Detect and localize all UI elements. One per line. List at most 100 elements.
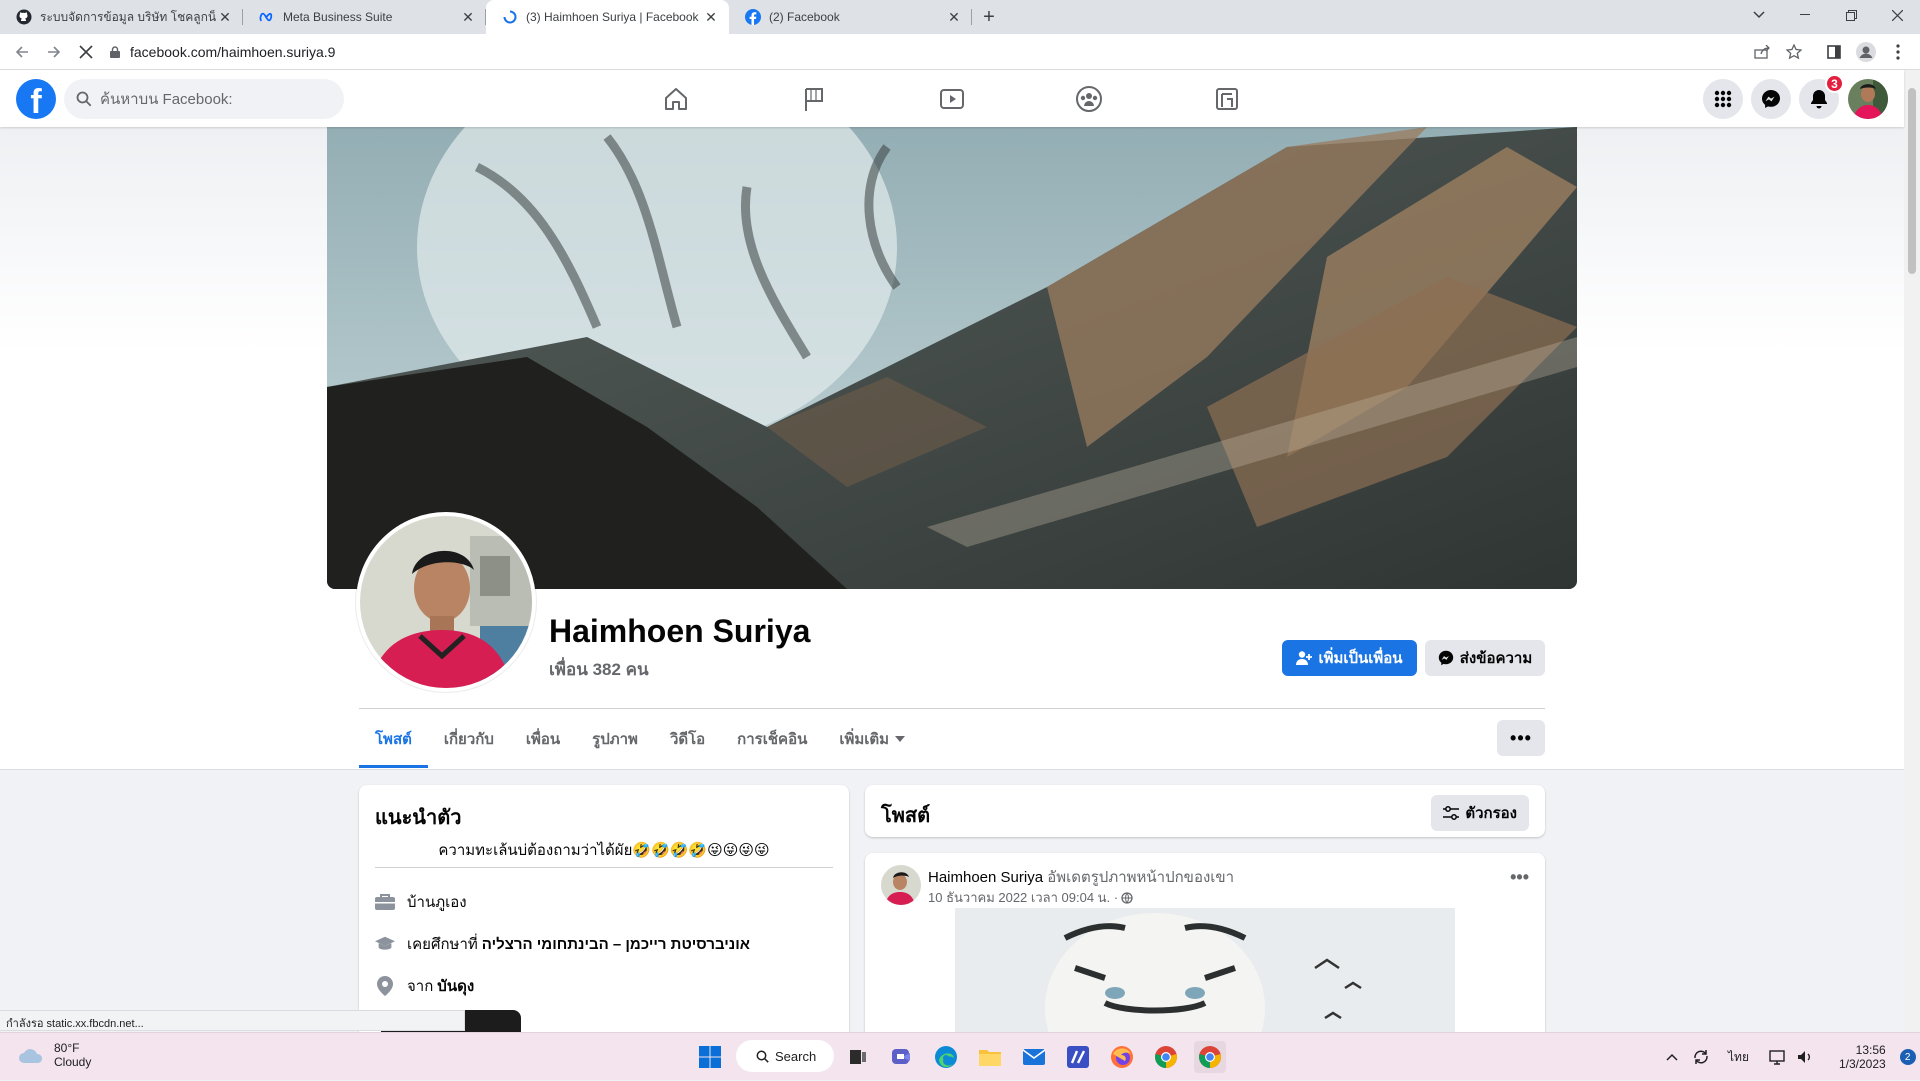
tab-close-icon[interactable]: ✕	[703, 9, 719, 26]
url-field[interactable]: facebook.com/haimhoen.suriya.9	[110, 39, 1750, 65]
browser-tab-github[interactable]: ระบบจัดการข้อมูล บริษัท โชคลูกน็อต จำกัด…	[0, 0, 243, 34]
tab-separator	[971, 9, 972, 25]
tab-search-icon[interactable]	[1736, 0, 1782, 30]
post-image[interactable]	[955, 908, 1455, 1038]
firefox-icon[interactable]	[1106, 1041, 1138, 1073]
intro-from-row: จาก บันดุง	[375, 974, 474, 998]
profile-picture[interactable]	[356, 512, 536, 692]
share-icon[interactable]	[1750, 40, 1774, 64]
cover-photo[interactable]	[327, 127, 1577, 589]
add-friend-button[interactable]: เพิ่มเป็นเพื่อน	[1282, 640, 1417, 676]
tab-videos[interactable]: วิดีโอ	[654, 710, 721, 768]
posts-title: โพสต์	[881, 805, 931, 827]
browser-tab-profile[interactable]: (3) Haimhoen Suriya | Facebook ✕	[486, 0, 729, 34]
tab-about[interactable]: เกี่ยวกับ	[428, 710, 510, 768]
language-indicator[interactable]: ไทย	[1728, 1048, 1749, 1067]
filter-button[interactable]: ตัวกรอง	[1431, 795, 1529, 831]
globe-icon	[1121, 891, 1133, 904]
notifications-bell-icon[interactable]: 3	[1799, 74, 1844, 119]
new-tab-button[interactable]: +	[972, 0, 1006, 34]
clock[interactable]: 13:56 1/3/2023	[1839, 1043, 1886, 1071]
forward-icon[interactable]	[42, 40, 66, 64]
menu-grid-icon[interactable]	[1703, 79, 1743, 119]
intro-education-row: เคยศึกษาที่ אוניברסיטת רייכמן – הבינתחומ…	[375, 932, 750, 956]
add-friend-label: เพิ่มเป็นเพื่อน	[1318, 650, 1403, 667]
browser-tab-facebook[interactable]: (2) Facebook ✕	[729, 0, 972, 34]
tab-photos[interactable]: รูปภาพ	[576, 710, 654, 768]
tab-title: Meta Business Suite	[283, 10, 393, 24]
side-panel-icon[interactable]	[1822, 40, 1846, 64]
taskbar-search[interactable]: Search	[736, 1040, 834, 1072]
groups-icon[interactable]	[1033, 74, 1145, 124]
account-avatar[interactable]	[1848, 79, 1888, 119]
vertical-scrollbar[interactable]	[1904, 70, 1920, 1032]
tab-posts[interactable]: โพสต์	[359, 710, 428, 768]
post-author-name[interactable]: Haimhoen Suriya	[928, 869, 1043, 886]
search-input[interactable]	[100, 90, 320, 108]
taskbar-search-label: Search	[775, 1048, 817, 1064]
windows-start-icon[interactable]	[694, 1041, 726, 1073]
mail-icon[interactable]	[1018, 1041, 1050, 1073]
meta-icon	[259, 9, 275, 25]
tab-more[interactable]: เพิ่มเติม	[823, 710, 921, 768]
facebook-search[interactable]	[64, 79, 344, 119]
restore-icon[interactable]	[1828, 0, 1874, 30]
bookmark-star-icon[interactable]	[1782, 40, 1806, 64]
tab-title: (2) Facebook	[769, 10, 840, 24]
post-card: Haimhoen Suriya อัพเดตรูปภาพหน้าปกของเขา…	[865, 853, 1545, 1038]
notification-center-badge[interactable]: 2	[1899, 1049, 1916, 1065]
chrome-active-icon[interactable]	[1194, 1041, 1226, 1073]
taskbar: 80°F Cloudy Search ไทย 13:56 1/3/2023 2	[0, 1032, 1920, 1080]
tab-friends[interactable]: เพื่อน	[510, 710, 576, 768]
filter-label: ตัวกรอง	[1465, 805, 1517, 822]
tab-close-icon[interactable]: ✕	[460, 9, 476, 26]
messenger-icon[interactable]	[1751, 79, 1791, 119]
intro-from-place[interactable]: บันดุง	[437, 974, 474, 998]
post-options-button[interactable]: •••	[1510, 867, 1529, 888]
code-editor-icon[interactable]	[1062, 1041, 1094, 1073]
send-message-label: ส่งข้อความ	[1459, 650, 1533, 667]
post-author-avatar[interactable]	[881, 865, 921, 905]
tab-close-icon[interactable]: ✕	[217, 9, 233, 26]
task-view-icon[interactable]	[842, 1041, 874, 1073]
weather-temp: 80°F	[54, 1041, 80, 1055]
pages-flag-icon[interactable]	[758, 74, 870, 124]
tray-chevron-up-icon[interactable]	[1666, 1053, 1678, 1061]
intro-education-school[interactable]: אוניברסיטת רייכמן – הבינתחומי הרצליה	[482, 936, 750, 953]
gaming-icon[interactable]	[1171, 74, 1283, 124]
send-message-button[interactable]: ส่งข้อความ	[1425, 640, 1545, 676]
teams-chat-icon[interactable]	[886, 1041, 918, 1073]
network-icon[interactable]	[1769, 1049, 1787, 1065]
post-time-text: 10 ธันวาคม 2022 เวลา 09:04 น. ·	[928, 890, 1119, 905]
post-action-text: อัพเดตรูปภาพหน้าปกของเขา	[1047, 869, 1235, 886]
profile-more-options-button[interactable]: •••	[1497, 720, 1545, 756]
browser-menu-icon[interactable]	[1886, 40, 1910, 64]
back-icon[interactable]	[10, 40, 34, 64]
post-header: Haimhoen Suriya อัพเดตรูปภาพหน้าปกของเขา	[928, 865, 1234, 889]
chrome-profile-icon[interactable]	[1150, 1041, 1182, 1073]
browser-tab-meta[interactable]: Meta Business Suite ✕	[243, 0, 486, 34]
messenger-icon	[1438, 650, 1453, 666]
close-window-icon[interactable]	[1874, 0, 1920, 30]
weather-widget[interactable]: 80°F Cloudy	[18, 1041, 91, 1069]
facebook-logo[interactable]: f	[16, 79, 56, 119]
edge-browser-icon[interactable]	[930, 1041, 962, 1073]
watch-video-icon[interactable]	[896, 74, 1008, 124]
stop-loading-icon[interactable]	[74, 40, 98, 64]
file-explorer-icon[interactable]	[974, 1041, 1006, 1073]
sync-icon[interactable]	[1692, 1049, 1710, 1065]
notification-badge: 3	[1825, 74, 1844, 93]
friend-count[interactable]: เพื่อน 382 คน	[549, 656, 649, 683]
profile-icon[interactable]	[1854, 40, 1878, 64]
tab-close-icon[interactable]: ✕	[946, 9, 962, 26]
post-timestamp[interactable]: 10 ธันวาคม 2022 เวลา 09:04 น. ·	[928, 887, 1133, 908]
scrollbar-thumb[interactable]	[1908, 88, 1916, 274]
volume-icon[interactable]	[1797, 1050, 1813, 1064]
home-icon[interactable]	[620, 74, 732, 124]
minimize-icon[interactable]	[1782, 0, 1828, 30]
tab-checkins[interactable]: การเช็คอิน	[721, 710, 823, 768]
clock-time: 13:56	[1855, 1043, 1886, 1057]
intro-from-prefix: จาก	[407, 978, 434, 995]
tab-title: ระบบจัดการข้อมูล บริษัท โชคลูกน็อต จำกัด	[40, 9, 217, 24]
clock-date: 1/3/2023	[1838, 1057, 1886, 1071]
